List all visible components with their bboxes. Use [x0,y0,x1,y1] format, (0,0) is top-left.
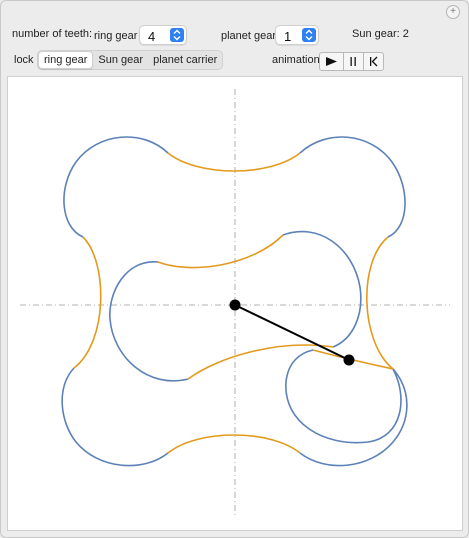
planet-gear-teeth-label: planet gear [221,30,277,42]
gear-curve-plot [20,89,450,517]
ring-gear-arc-left [73,236,102,369]
ring-gear-lobe-top-left [63,136,169,238]
planet-gear-teeth-select[interactable]: 1 [275,25,319,45]
ring-gear-lobe-bottom-right [299,368,408,467]
gear-plot [7,76,463,531]
lock-option-ring-gear[interactable]: ring gear [38,51,94,69]
sun-gear-arc-top [157,234,284,269]
sun-gear-teeth-readout: Sun gear: 2 [352,28,409,40]
lock-label: lock [14,54,34,66]
lock-selector: ring gear Sun gear planet carrier [37,50,224,70]
lock-option-sun-gear[interactable]: Sun gear [93,51,148,69]
play-button[interactable] [320,53,344,70]
ring-gear-teeth-select[interactable]: 4 [139,25,187,45]
animation-controls [319,52,384,71]
animation-label: animation [272,54,320,66]
planet-gear-body [285,349,402,444]
play-icon [326,57,337,66]
ring-gear-arc-bottom [167,434,301,454]
pause-icon [350,57,356,66]
planet-center-point[interactable] [343,354,355,366]
pause-button[interactable] [344,53,364,70]
carrier-center-point[interactable] [229,299,241,311]
ring-gear-arc-right [366,236,394,370]
stepper-arrows-icon [170,28,184,42]
lock-option-planet-carrier[interactable]: planet carrier [148,51,222,69]
sun-gear-lobe-left [109,261,189,382]
ring-gear-teeth-label: ring gear [94,30,138,42]
sun-gear-lobe-right [282,230,362,348]
stepper-arrows-icon [302,28,316,42]
plus-icon[interactable]: + [446,5,460,19]
number-of-teeth-label: number of teeth: [12,28,93,40]
planet-gear-teeth-value: 1 [284,29,292,44]
reset-icon [370,56,378,67]
ring-gear-lobe-bottom-left [61,367,169,467]
ring-gear-lobe-top-right [299,136,406,238]
demo-panel: + number of teeth: ring gear 4 planet ge… [0,0,469,538]
ring-gear-arc-top [167,152,301,172]
ring-gear-teeth-value: 4 [148,29,156,44]
reset-button[interactable] [364,53,383,70]
